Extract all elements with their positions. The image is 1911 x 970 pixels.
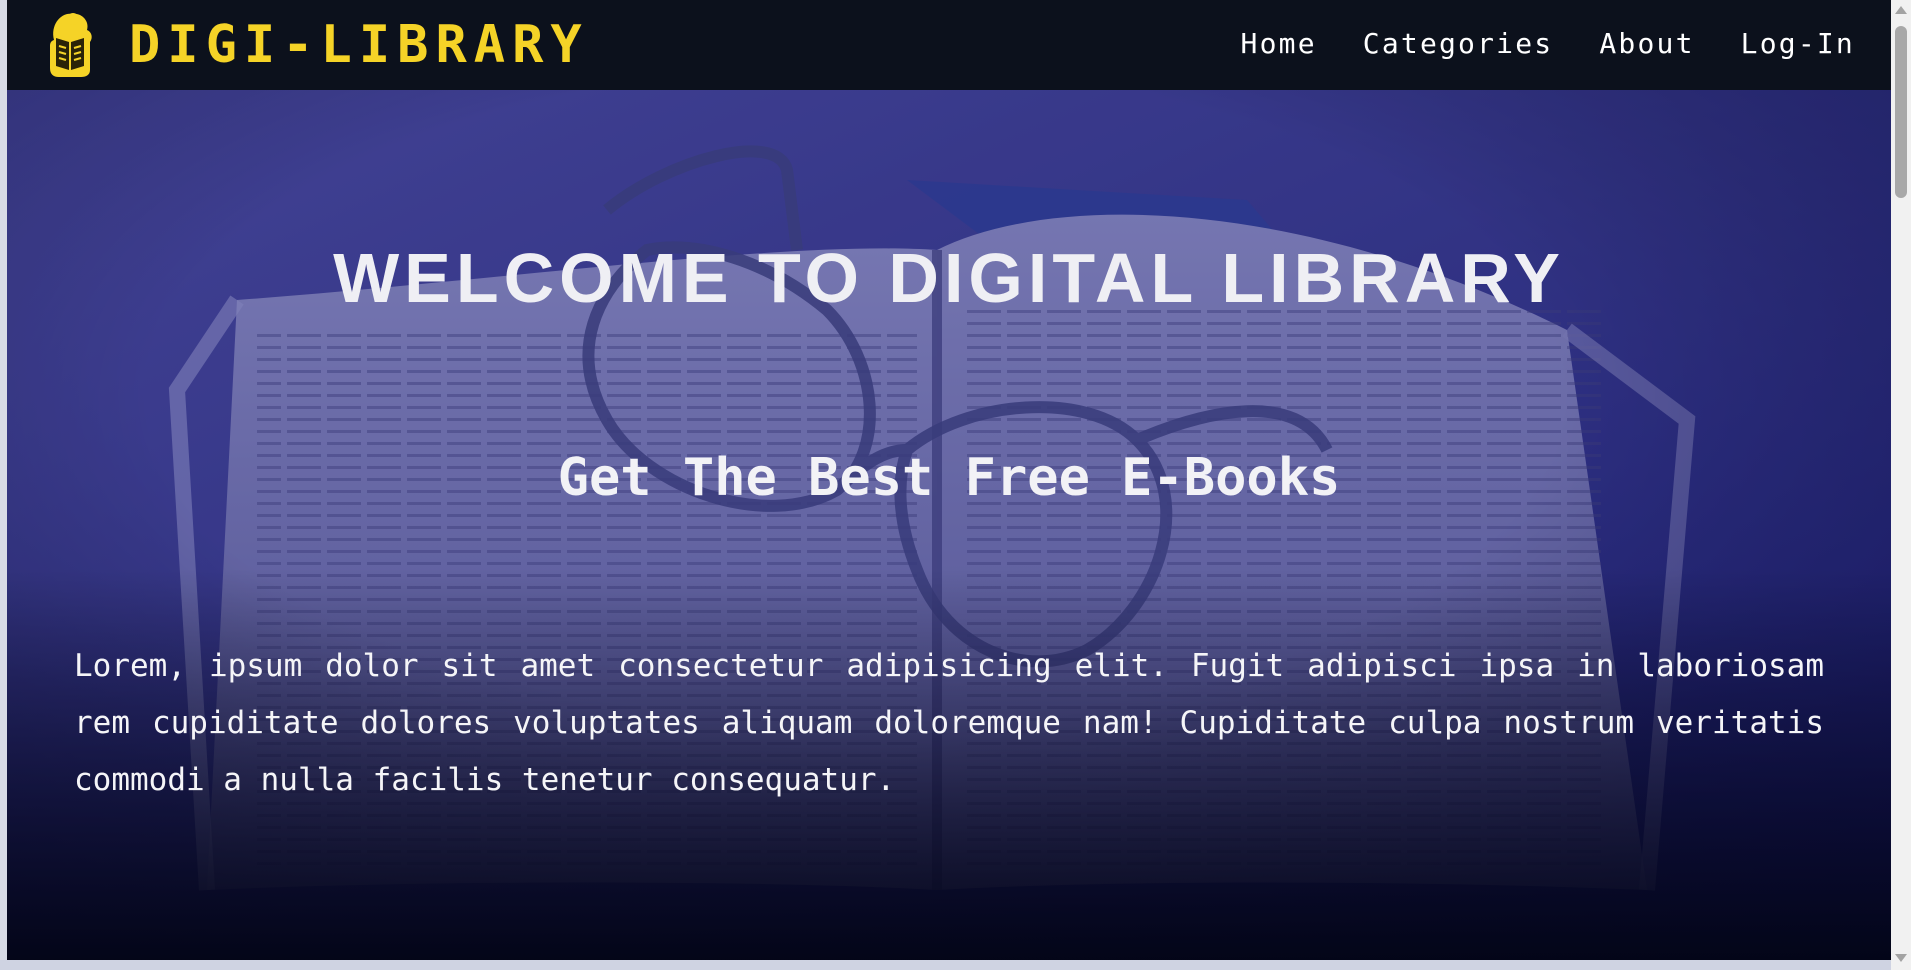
hero-description: Lorem, ipsum dolor sit amet consectetur …	[74, 648, 1824, 798]
browser-viewport: DIGI-LIBRARY Home Categories About Log-I…	[7, 0, 1891, 960]
vertical-scrollbar[interactable]	[1891, 0, 1911, 970]
nav-link-login[interactable]: Log-In	[1741, 22, 1855, 66]
page-bottom-strip	[0, 960, 1891, 970]
nav-link-home[interactable]: Home	[1241, 22, 1317, 66]
navbar: DIGI-LIBRARY Home Categories About Log-I…	[7, 0, 1891, 90]
scroll-down-arrow-icon[interactable]	[1895, 954, 1907, 962]
nav-link-about[interactable]: About	[1599, 22, 1694, 66]
hero-title: WELCOME TO DIGITAL LIBRARY	[333, 239, 1565, 317]
hero-subtitle: Get The Best Free E-Books	[557, 448, 1341, 508]
nav-link-categories[interactable]: Categories	[1363, 22, 1554, 66]
reading-person-logo-icon[interactable]	[40, 10, 100, 78]
scroll-up-arrow-icon[interactable]	[1895, 6, 1907, 14]
hero-section: WELCOME TO DIGITAL LIBRARY Get The Best …	[7, 90, 1891, 960]
main-nav: Home Categories About Log-In	[1241, 22, 1855, 66]
scroll-thumb[interactable]	[1895, 26, 1907, 198]
hero-background-image	[7, 90, 1891, 960]
brand-name[interactable]: DIGI-LIBRARY	[129, 16, 589, 74]
